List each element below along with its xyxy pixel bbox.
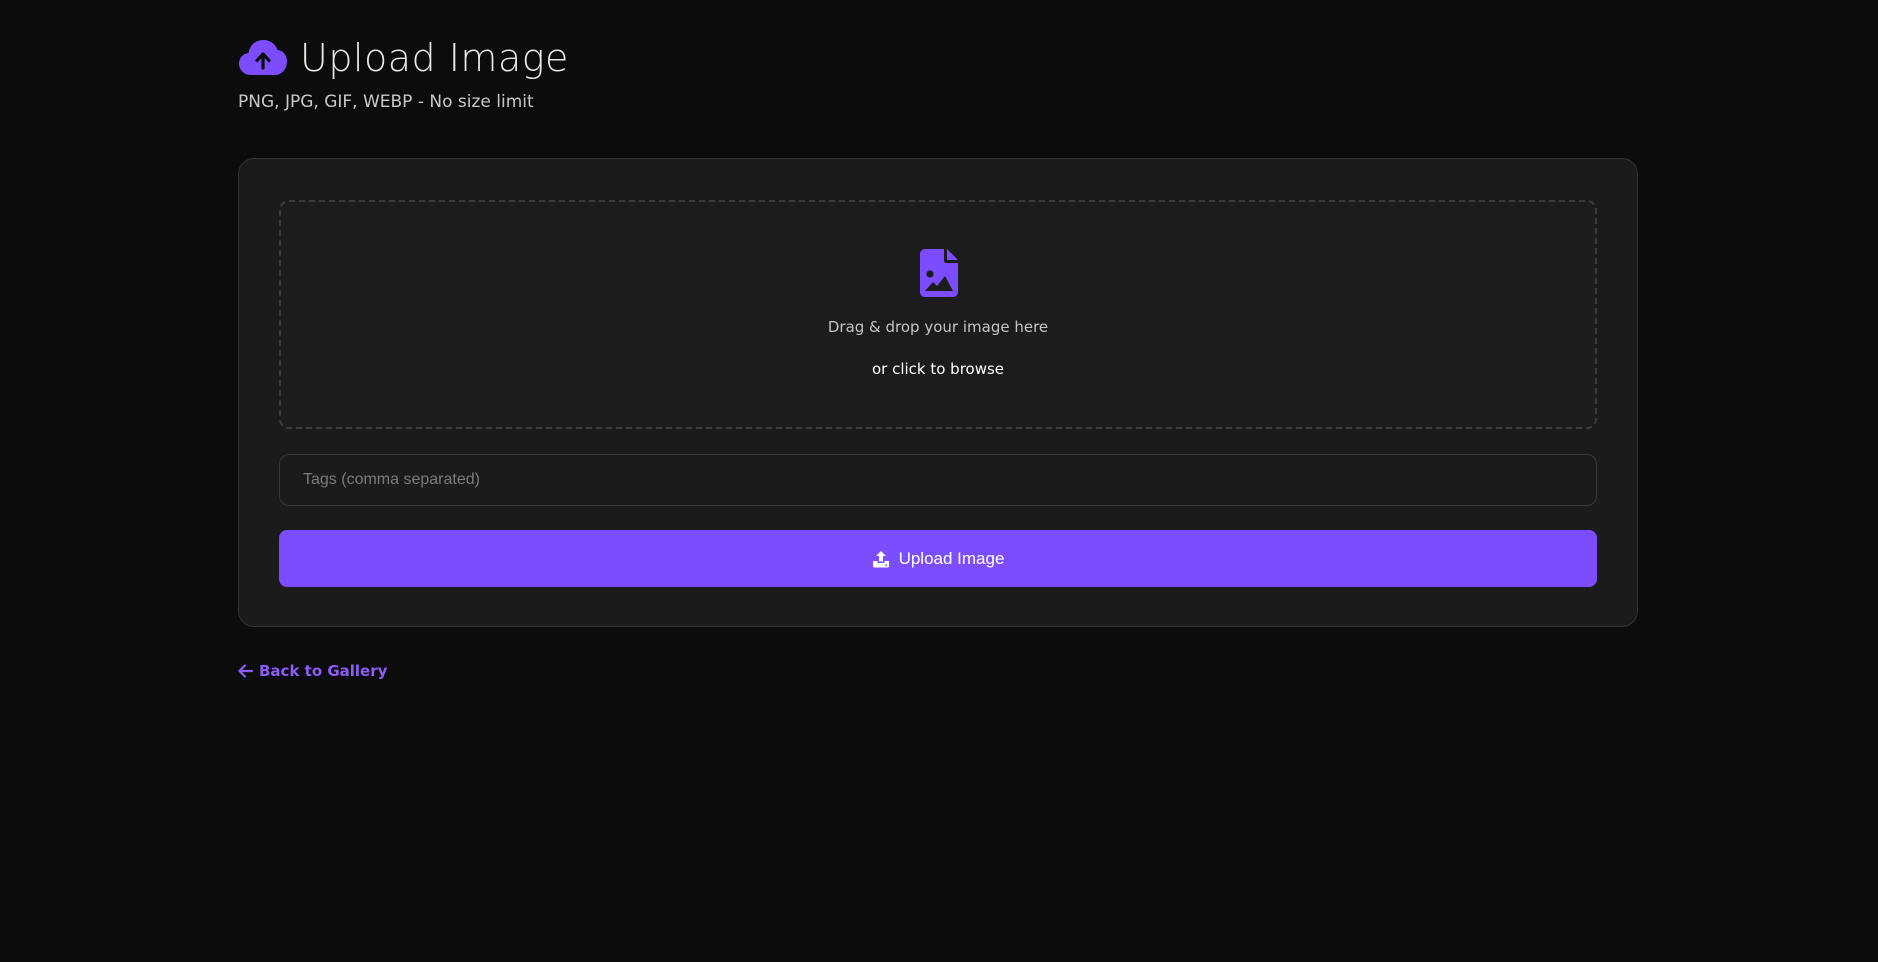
page-header: Upload Image (238, 36, 569, 80)
upload-card: Drag & drop your image here or click to … (238, 158, 1638, 627)
upload-button-label: Upload Image (898, 548, 1005, 568)
upload-icon (872, 550, 889, 567)
upload-image-button[interactable]: Upload Image (279, 530, 1597, 587)
file-image-icon (920, 249, 958, 297)
arrow-left-icon (238, 664, 253, 678)
page-title: Upload Image (300, 36, 569, 80)
cloud-upload-icon (239, 40, 287, 75)
image-dropzone[interactable]: Drag & drop your image here or click to … (279, 200, 1597, 429)
tags-input[interactable] (279, 454, 1597, 506)
browse-prompt[interactable]: or click to browse (281, 360, 1595, 378)
page-subtitle: PNG, JPG, GIF, WEBP - No size limit (238, 92, 534, 112)
back-link-label: Back to Gallery (259, 662, 388, 680)
back-to-gallery-link[interactable]: Back to Gallery (238, 662, 387, 680)
dropzone-primary-text: Drag & drop your image here (827, 318, 1049, 336)
